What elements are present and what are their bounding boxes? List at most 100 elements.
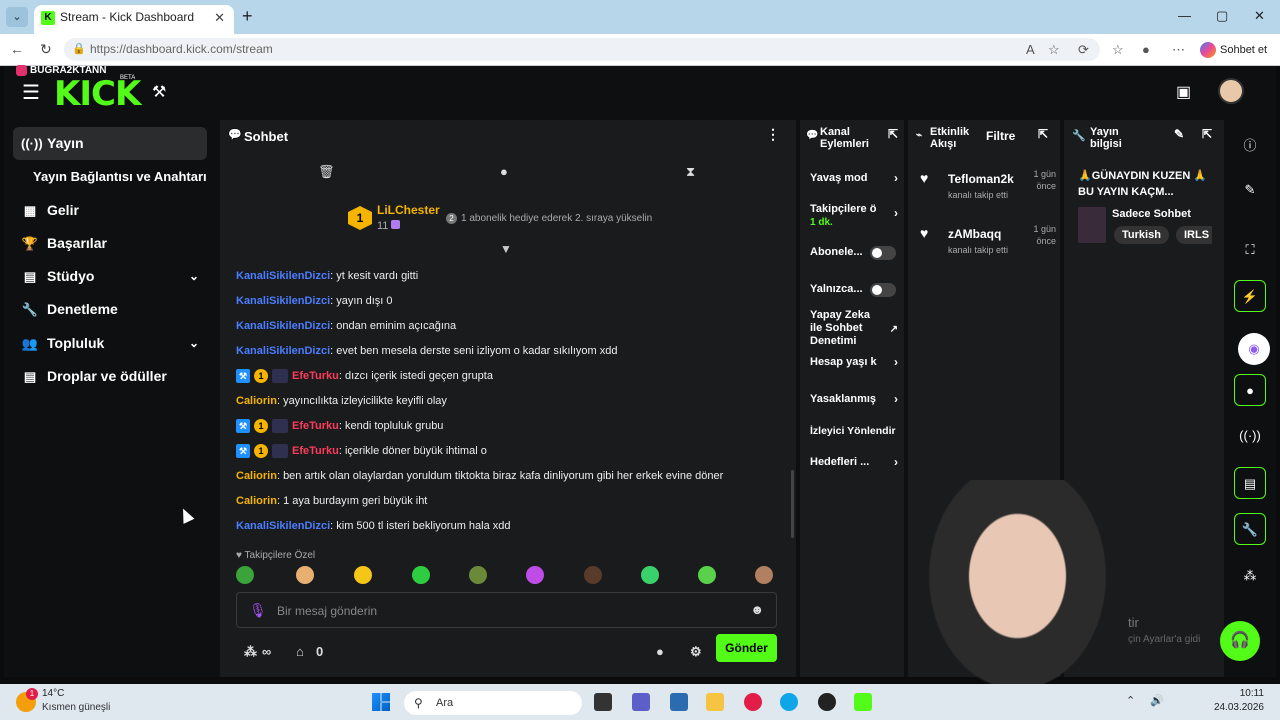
chat-username[interactable]: KanaliSikilenDizci [236,520,330,532]
subscribers-toggle[interactable] [870,246,896,260]
more-vertical-icon[interactable]: ⋮ [766,126,780,143]
chat-bubble-icon[interactable]: ● [1234,374,1266,406]
layout-icon[interactable]: ▤ [1234,467,1266,499]
emote-icon[interactable] [296,566,314,584]
emote-icon[interactable] [584,566,602,584]
popout-icon[interactable]: ⇱ [1038,128,1048,140]
minimize-icon[interactable]: — [1178,8,1191,23]
opera-icon[interactable] [744,693,762,711]
chat-username[interactable]: Caliorin [236,395,277,407]
url-field[interactable]: 🔒 https://dashboard.kick.com/stream [64,38,1100,61]
sidebar-item-basarilar[interactable]: 🏆 Başarılar [13,227,207,260]
chat-username[interactable]: EfeTurku [292,420,339,432]
send-button[interactable]: Gönder [716,634,777,662]
weather-widget[interactable]: 1 14°C Kısmen güneşli [16,688,136,718]
sidebar-item-yayin[interactable]: ((·)) Yayın [13,127,207,160]
more-icon[interactable]: ⋯ [1172,42,1185,58]
new-tab-icon[interactable]: + [242,6,253,27]
read-aloud-icon[interactable]: A [1026,42,1035,57]
chat-scrollbar[interactable] [791,470,794,538]
action-banned[interactable]: Yasaklanmış › [810,393,900,406]
menu-icon[interactable]: ☰ [22,80,40,105]
workspaces-icon[interactable]: ⌄ [6,7,28,27]
stream-category[interactable]: Sadece Sohbet [1112,208,1191,220]
points-icon[interactable]: ⁂ [244,644,257,660]
chat-username[interactable]: Caliorin [236,495,277,507]
chat-username[interactable]: KanaliSikilenDizci [236,270,330,282]
emote-icon[interactable] [641,566,659,584]
edit-icon[interactable]: ✎ [1174,128,1184,140]
chat-username[interactable]: EfeTurku [292,445,339,457]
action-goals[interactable]: Hedefleri ... › [810,456,900,469]
collections-icon[interactable]: ☆ [1112,42,1124,58]
emote-icon[interactable] [526,566,544,584]
support-headset-icon[interactable]: 🎧 [1220,621,1260,661]
copilot-button[interactable]: Sohbet et [1200,39,1267,61]
action-account-age[interactable]: Hesap yaşı k › [810,356,900,369]
sidebar-item-stream-key[interactable]: Yayın Bağlantısı ve Anahtarı [13,160,207,193]
lightning-icon[interactable]: ⚡ [1234,280,1266,312]
action-ai-moderation[interactable]: Yapay Zeka ile Sohbet Denetimi ↗ [810,309,898,348]
task-view-icon[interactable] [594,693,612,711]
chat-username[interactable]: KanaliSikilenDizci [236,295,330,307]
tag-chip[interactable]: IRLS [1176,226,1212,244]
action-slow-mode[interactable]: Yavaş mod › [810,172,900,185]
message-input[interactable] [277,602,717,620]
microphone-icon[interactable]: 🎙 [249,602,267,619]
sidebar-item-topluluk[interactable]: 👥 Topluluk ⌄ [13,327,207,360]
tag-chip[interactable]: Turkish [1114,226,1169,244]
close-window-icon[interactable]: ✕ [1254,8,1265,24]
points-icon[interactable]: ⁂ [1234,560,1266,592]
chat-username[interactable]: Caliorin [236,470,277,482]
maximize-icon[interactable]: ▢ [1216,8,1228,24]
sidebar-item-gelir[interactable]: ▦ Gelir [13,194,207,227]
action-subscribers[interactable]: Abonele... [810,246,900,260]
trash-icon[interactable]: 🗑 [318,164,335,180]
chat-icon[interactable]: ● [500,164,508,179]
broadcast-icon[interactable]: ((·)) [1234,420,1266,452]
chat-username[interactable]: KanaliSikilenDizci [236,345,330,357]
only-toggle[interactable] [870,283,896,297]
sidebar-item-droplar[interactable]: ▤ Droplar ve ödüller [13,360,207,393]
feed-user[interactable]: Tefloman2k [948,172,1014,186]
browser-tab[interactable]: K Stream - Kick Dashboard ✕ [34,5,234,34]
emote-icon[interactable] [755,566,773,584]
store-icon[interactable]: ⌂ [296,644,304,659]
pencil-icon[interactable]: ✎ [1234,174,1266,206]
chat-settings-bubble-icon[interactable]: ● [656,644,664,659]
windows-start-icon[interactable] [372,693,390,711]
edge-icon[interactable] [780,693,798,711]
action-only[interactable]: Yalnızca... [810,283,900,297]
explorer-icon[interactable] [706,693,724,711]
emote-icon[interactable] [698,566,716,584]
profile-icon[interactable]: ● [1142,42,1150,57]
emote-icon[interactable] [354,566,372,584]
sidebar-item-studyo[interactable]: ▤ Stüdyo ⌄ [13,260,207,293]
settings-gear-icon[interactable]: ⚙ [690,644,702,660]
teams-icon[interactable] [632,693,650,711]
info-icon[interactable]: ⓘ [1234,130,1266,162]
store-icon[interactable] [670,693,688,711]
wrench-icon[interactable]: 🔧 [1234,513,1266,545]
emote-icon[interactable] [412,566,430,584]
clock[interactable]: 10:11 24.03.2026 [1212,687,1264,715]
popout-icon[interactable]: ⇱ [888,128,898,140]
avatar[interactable] [1218,78,1244,104]
leader-name[interactable]: LiLChester [377,203,440,217]
hourglass-icon[interactable]: ⧗ [686,164,695,180]
hammer-icon[interactable]: ⚒ [152,82,166,102]
screen-icon[interactable]: ▣ [1176,82,1191,102]
action-followers-only[interactable]: Takipçilere ö 1 dk. › [810,203,900,229]
obs-icon[interactable] [818,693,836,711]
action-redirect[interactable]: İzleyici Yönlendir [810,425,900,438]
emote-icon[interactable] [236,566,254,584]
popout-icon[interactable]: ⇱ [1202,128,1212,140]
favorite-star-icon[interactable]: ☆ [1048,42,1060,58]
feed-user[interactable]: zAMbaqq [948,227,1001,241]
sidebar-item-denetleme[interactable]: 🔧 Denetleme [13,293,207,326]
chat-username[interactable]: KanaliSikilenDizci [236,320,330,332]
extensions-icon[interactable]: ⟳ [1078,42,1089,58]
purple-orb-icon[interactable]: ◉ [1238,333,1270,365]
kick-app-icon[interactable] [854,693,872,711]
taskbar-search[interactable]: ⚲ Ara [404,691,582,715]
